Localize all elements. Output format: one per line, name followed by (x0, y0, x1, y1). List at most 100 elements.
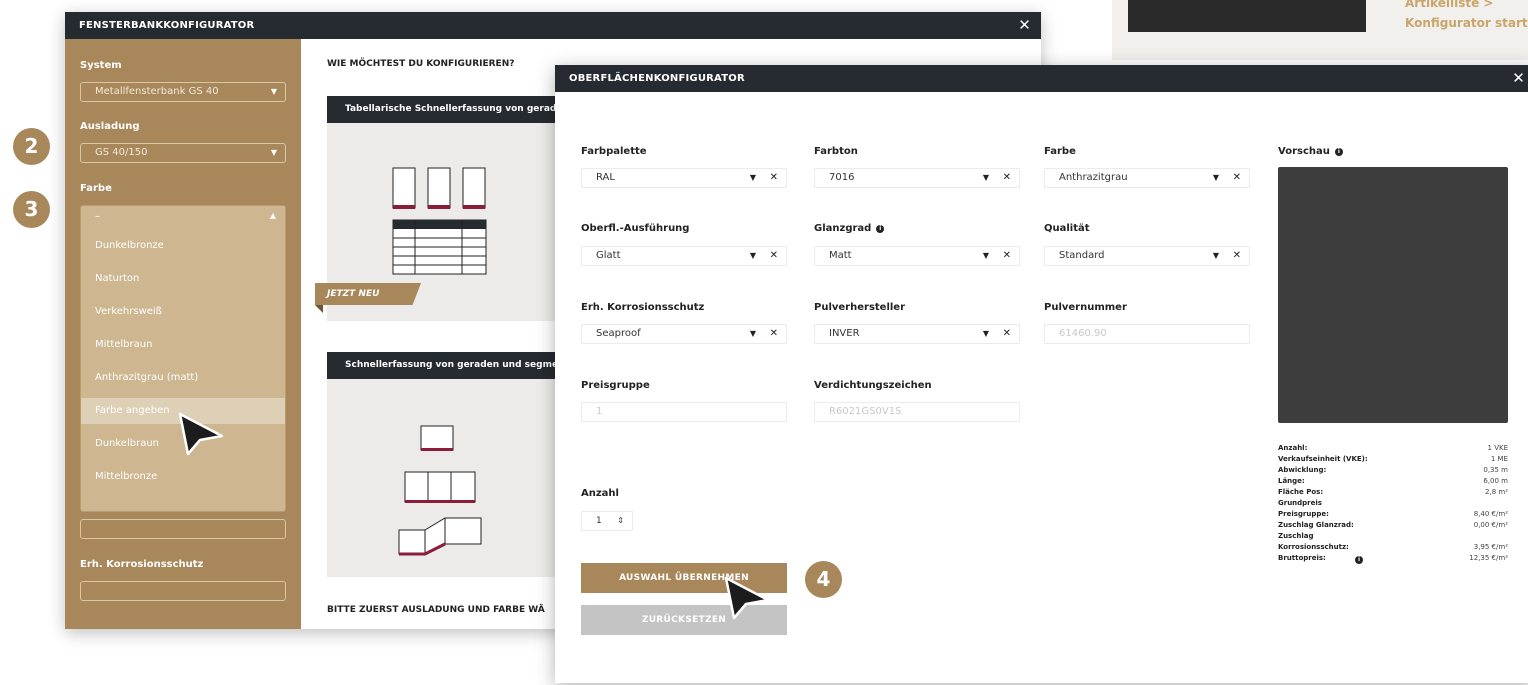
pulverhersteller-value: INVER (829, 328, 860, 339)
step-badge-4: 4 (805, 561, 842, 598)
stat-key: Bruttopreis: (1278, 554, 1326, 562)
verdichtung-field: R6021GS0V1S (814, 402, 1020, 422)
farbe-dropdown-value[interactable]: – (81, 206, 285, 228)
oberflaechen-window-title: OBERFLÄCHENKONFIGURATOR (569, 73, 745, 84)
glanzgrad-value: Matt (829, 250, 852, 261)
pulvernummer-field: 61460.90 (1044, 324, 1250, 344)
clear-icon[interactable]: ✕ (770, 325, 778, 343)
glanzgrad-select[interactable]: Matt ▼ ✕ (814, 246, 1020, 266)
farbe-option[interactable]: Mittelbronze (81, 464, 285, 490)
stepper-arrows-icon[interactable]: ⇕ (617, 512, 624, 530)
farbpalette-select[interactable]: RAL ▼ ✕ (581, 168, 787, 188)
korrosion-select[interactable]: Seaproof ▼ ✕ (581, 324, 787, 344)
clear-icon[interactable]: ✕ (770, 247, 778, 265)
anzahl-stepper[interactable]: 1 ⇕ (581, 511, 633, 531)
oberflaechen-window-header: OBERFLÄCHENKONFIGURATOR ✕ (555, 65, 1528, 92)
system-select-value: Metallfensterbank GS 40 (95, 86, 219, 97)
preisgruppe-field: 1 (581, 402, 787, 422)
preisgruppe-label: Preisgruppe (581, 380, 650, 391)
clear-icon[interactable]: ✕ (1233, 169, 1241, 187)
segment-illustration (398, 425, 482, 556)
stat-key: Länge: (1278, 477, 1305, 485)
pulverhersteller-label: Pulverhersteller (814, 302, 906, 313)
vorschau-label-text: Vorschau (1278, 146, 1330, 157)
oberflaechen-window: OBERFLÄCHENKONFIGURATOR ✕ Farbpalette RA… (555, 65, 1528, 683)
clear-icon[interactable]: ✕ (1003, 325, 1011, 343)
clear-icon[interactable]: ✕ (770, 169, 778, 187)
ausfuehrung-select[interactable]: Glatt ▼ ✕ (581, 246, 787, 266)
korrosion-label: Erh. Korrosionsschutz (80, 559, 204, 570)
vorschau-label: Vorschau i (1278, 146, 1343, 157)
farbton-select[interactable]: 7016 ▼ ✕ (814, 168, 1020, 188)
jetzt-neu-badge: JETZT NEU (315, 283, 421, 305)
qualitaet-select[interactable]: Standard ▼ ✕ (1044, 246, 1250, 266)
farbe-value: Anthrazitgrau (1059, 172, 1128, 183)
stat-value: 12,35 €/m² (1469, 554, 1508, 562)
content-heading: WIE MÖCHTEST DU KONFIGURIEREN? (327, 59, 515, 69)
farbe-option[interactable]: Mittelbraun (81, 332, 285, 358)
chevron-down-icon: ▼ (749, 329, 756, 338)
stat-value: 0,35 m (1483, 466, 1508, 474)
stat-value: 1 VKE (1487, 444, 1508, 452)
stat-key: Grundpreis (1278, 499, 1322, 507)
stat-value: 1 ME (1490, 455, 1508, 463)
close-icon[interactable]: ✕ (1512, 65, 1525, 92)
glanzgrad-label-text: Glanzgrad (814, 223, 872, 234)
farbe-select[interactable]: Anthrazitgrau ▼ ✕ (1044, 168, 1250, 188)
farbe-option[interactable]: Dunkelbronze (81, 233, 285, 259)
card-tabellarisch-title: Tabellarische Schnellerfassung von gerad… (327, 96, 567, 123)
stat-key: Zuschlag Glanzrad: (1278, 521, 1354, 529)
chevron-down-icon: ▼ (1212, 251, 1219, 260)
qualitaet-value: Standard (1059, 250, 1105, 261)
farbe-dropdown[interactable]: – ▲ Dunkelbronze Naturton Verkehrsweiß M… (80, 205, 286, 512)
card-schnellerfassung[interactable]: Schnellerfassung von geraden und segmen (327, 352, 567, 577)
ausladung-select[interactable]: GS 40/150 ▼ (80, 143, 286, 163)
farbpalette-label: Farbpalette (581, 146, 647, 157)
stat-key: Korrosionsschutz: (1278, 543, 1349, 551)
konfigurator-starten-link[interactable]: Konfigurator starten (1405, 16, 1528, 30)
stat-value: 3,95 €/m² (1473, 543, 1508, 551)
farbe-option[interactable]: Naturton (81, 266, 285, 292)
color-preview (1278, 167, 1508, 423)
pulvernummer-label: Pulvernummer (1044, 302, 1127, 313)
step-badge-3: 3 (13, 191, 50, 228)
ausfuehrung-value: Glatt (596, 250, 621, 261)
clear-icon[interactable]: ✕ (1003, 247, 1011, 265)
qualitaet-label: Qualität (1044, 223, 1090, 234)
background-product-image (1128, 0, 1366, 32)
info-icon[interactable]: i (1334, 148, 1343, 156)
step-badge-2: 2 (13, 128, 50, 165)
mouse-cursor-icon (724, 576, 770, 620)
chevron-up-icon: ▲ (269, 211, 276, 220)
ausladung-select-value: GS 40/150 (95, 147, 148, 158)
fensterbank-sidebar: System Metallfensterbank GS 40 ▼ Ausladu… (65, 39, 301, 629)
info-icon[interactable]: i (876, 225, 885, 233)
chevron-down-icon: ▼ (982, 173, 989, 182)
system-select[interactable]: Metallfensterbank GS 40 ▼ (80, 82, 286, 102)
stat-value: 6,00 m (1483, 477, 1508, 485)
farbe-label: Farbe (1044, 146, 1076, 157)
info-icon[interactable]: i (1355, 556, 1363, 564)
pulverhersteller-select[interactable]: INVER ▼ ✕ (814, 324, 1020, 344)
ausladung-label: Ausladung (80, 121, 140, 132)
stat-key: Abwicklung: (1278, 466, 1327, 474)
artikelliste-link[interactable]: Artikelliste > (1405, 0, 1493, 10)
chevron-down-icon: ▼ (982, 329, 989, 338)
stat-value: 0,00 €/m² (1473, 521, 1508, 529)
stat-key: Preisgruppe: (1278, 510, 1329, 518)
farbe-option[interactable]: Anthrazitgrau (matt) (81, 365, 285, 391)
empty-select[interactable] (80, 519, 286, 539)
farbe-option[interactable]: Verkehrsweiß (81, 299, 285, 325)
korrosion-select[interactable] (80, 581, 286, 601)
close-icon[interactable]: ✕ (1018, 12, 1031, 39)
chevron-down-icon: ▼ (749, 173, 756, 182)
clear-icon[interactable]: ✕ (1003, 169, 1011, 187)
fensterbank-window-title: FENSTERBANKKONFIGURATOR (79, 20, 255, 31)
stat-key: Zuschlag (1278, 532, 1314, 540)
stat-value: 8,40 €/m² (1473, 510, 1508, 518)
mouse-cursor-icon (178, 412, 224, 456)
clear-icon[interactable]: ✕ (1233, 247, 1241, 265)
stat-key: Fläche Pos: (1278, 488, 1324, 496)
anzahl-label: Anzahl (581, 488, 619, 499)
korrosion-label: Erh. Korrosionsschutz (581, 302, 705, 313)
